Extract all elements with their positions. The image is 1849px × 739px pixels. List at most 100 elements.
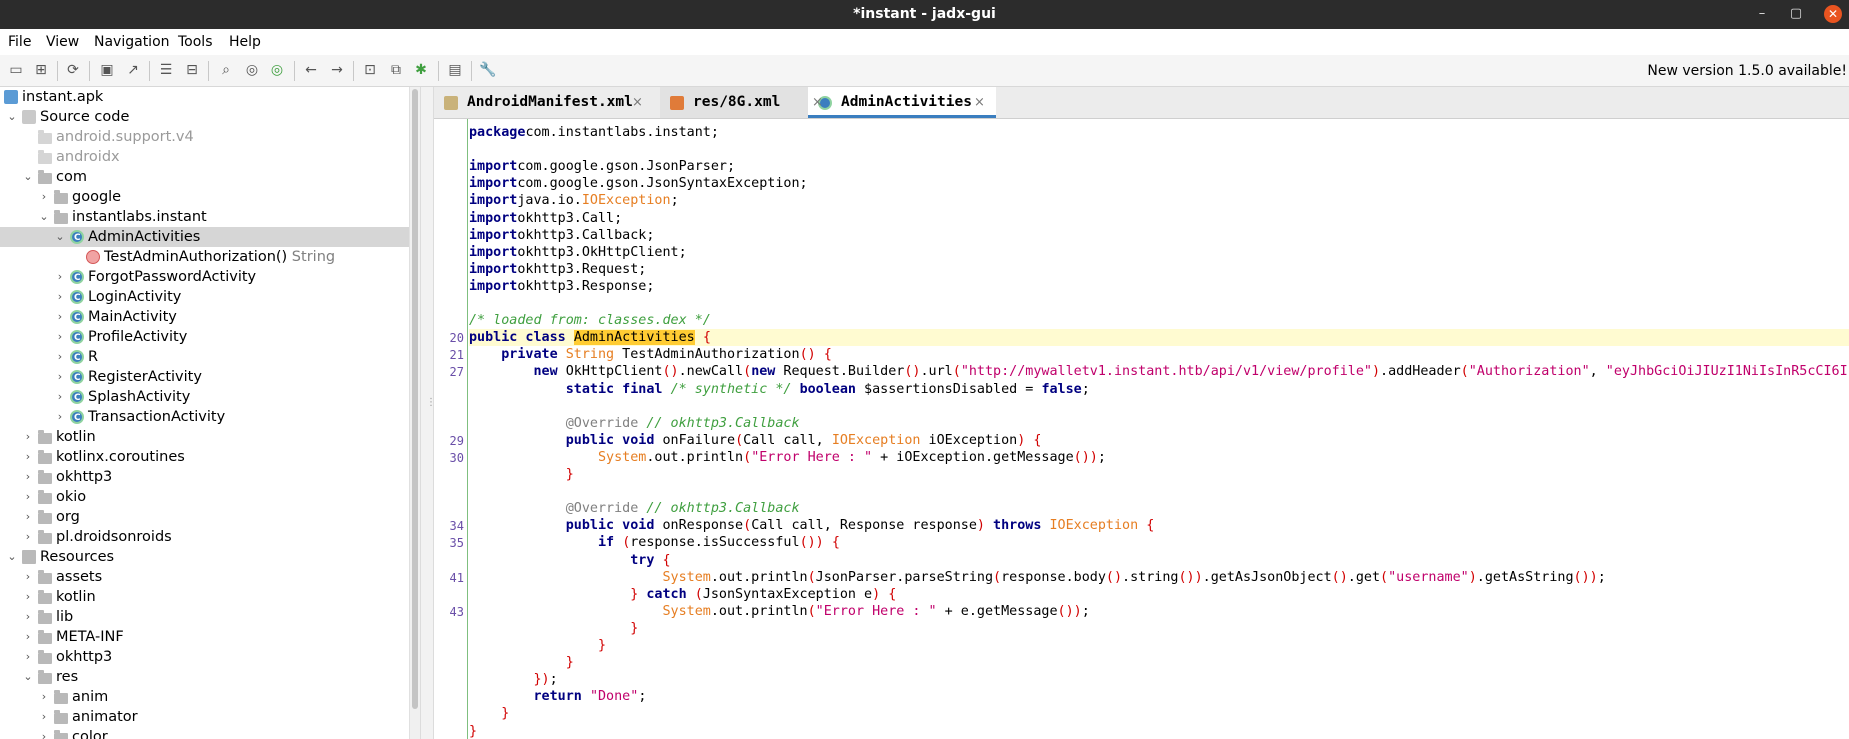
tree-item[interactable]: ⌄ AdminActivities <box>0 227 420 248</box>
tree-item[interactable]: › TransactionActivity <box>0 407 420 428</box>
preferences-icon[interactable]: 🔧 <box>479 61 497 79</box>
tree-item-label: TestAdminAuthorization() String <box>104 249 336 265</box>
panel-splitter[interactable]: ⋮ <box>420 87 436 739</box>
chevron-right-icon[interactable]: › <box>54 327 66 347</box>
tree-item[interactable]: androidx <box>0 147 420 167</box>
chevron-right-icon[interactable]: › <box>54 367 66 387</box>
tree-item[interactable]: › SplashActivity <box>0 387 420 408</box>
chevron-right-icon[interactable]: › <box>22 647 34 667</box>
project-tree[interactable]: instant.apk ⌄ Source code android.support.v… <box>0 87 420 739</box>
tree-item[interactable]: ⌄ res <box>0 667 420 687</box>
tree-item[interactable]: › ForgotPasswordActivity <box>0 267 420 288</box>
tree-item[interactable]: › anim <box>0 687 420 707</box>
debug-icon[interactable]: ✱ <box>412 61 430 79</box>
chevron-down-icon[interactable]: ⌄ <box>22 167 34 187</box>
chevron-down-icon[interactable]: ⌄ <box>22 667 34 687</box>
find-usage-icon[interactable]: ◎ <box>243 61 261 79</box>
tree-item[interactable]: ›R <box>0 347 420 368</box>
code-line: System.out.println(JsonParser.parseStrin… <box>662 569 1606 585</box>
tree-item[interactable]: › kotlinx.coroutines <box>0 447 420 467</box>
update-notice[interactable]: New version 1.5.0 available! <box>1647 63 1847 79</box>
chevron-down-icon[interactable]: ⌄ <box>6 547 18 567</box>
chevron-right-icon[interactable]: › <box>22 507 34 527</box>
tab-close-icon[interactable]: × <box>632 87 643 118</box>
tree-item[interactable]: ⌄ Resources <box>0 547 420 567</box>
chevron-right-icon[interactable]: › <box>38 727 50 739</box>
menu-help[interactable]: Help <box>229 34 261 50</box>
tab-close-icon[interactable]: × <box>974 87 985 118</box>
tree-item[interactable]: android.support.v4 <box>0 127 420 147</box>
tree-item[interactable]: TestAdminAuthorization() String <box>0 247 420 267</box>
close-icon[interactable]: ✕ <box>1824 5 1842 23</box>
chevron-right-icon[interactable]: › <box>54 407 66 427</box>
chevron-right-icon[interactable]: › <box>38 187 50 207</box>
tree-item[interactable]: › kotlin <box>0 427 420 447</box>
tab-adminactivities[interactable]: AdminActivities × <box>808 87 996 118</box>
tree-item[interactable]: › ProfileActivity <box>0 327 420 348</box>
tree-item[interactable]: ⌄ Source code <box>0 107 420 127</box>
chevron-right-icon[interactable]: › <box>54 307 66 327</box>
menu-file[interactable]: File <box>8 34 31 50</box>
chevron-right-icon[interactable]: › <box>22 567 34 587</box>
tree-item[interactable]: › okhttp3 <box>0 647 420 667</box>
sync-tree-icon[interactable]: ⊟ <box>183 61 201 79</box>
tree-item[interactable]: › color <box>0 727 420 739</box>
chevron-right-icon[interactable]: › <box>22 607 34 627</box>
chevron-right-icon[interactable]: › <box>22 627 34 647</box>
sync-icon[interactable]: ⟳ <box>64 61 82 79</box>
back-icon[interactable]: ← <box>302 61 320 79</box>
tree-item[interactable]: instant.apk <box>0 87 420 107</box>
menu-navigation[interactable]: Navigation <box>94 34 170 50</box>
log-icon[interactable]: ▤ <box>446 61 464 79</box>
tree-item[interactable]: › assets <box>0 567 420 587</box>
open-file-icon[interactable]: ▭ <box>7 61 25 79</box>
tree-item[interactable]: › okhttp3 <box>0 467 420 487</box>
chevron-down-icon[interactable]: ⌄ <box>54 227 66 247</box>
deobfuscate-icon[interactable]: ◎ <box>268 61 286 79</box>
chevron-down-icon[interactable]: ⌄ <box>6 107 18 127</box>
chevron-down-icon[interactable]: ⌄ <box>38 207 50 227</box>
tree-scrollbar[interactable] <box>409 87 420 739</box>
menu-tools[interactable]: Tools <box>178 34 213 50</box>
forward-icon[interactable]: → <box>328 61 346 79</box>
decompile-all-icon[interactable]: ⧉ <box>387 61 405 79</box>
chevron-right-icon[interactable]: › <box>54 387 66 407</box>
chevron-right-icon[interactable]: › <box>54 267 66 287</box>
quark-icon[interactable]: ⊡ <box>361 61 379 79</box>
code-editor[interactable]: packagecom.instantlabs.instant; importcom… <box>434 119 1849 739</box>
chevron-right-icon[interactable]: › <box>22 467 34 487</box>
tree-item[interactable]: › org <box>0 507 420 527</box>
tree-item[interactable]: › MainActivity <box>0 307 420 328</box>
search-icon[interactable]: ⌕ <box>217 61 235 79</box>
menu-view[interactable]: View <box>46 34 79 50</box>
chevron-right-icon[interactable]: › <box>38 707 50 727</box>
tree-scrollbar-thumb[interactable] <box>412 89 418 709</box>
chevron-right-icon[interactable]: › <box>54 287 66 307</box>
tab-androidmanifest[interactable]: AndroidManifest.xml × <box>434 87 652 118</box>
tree-item[interactable]: › RegisterActivity <box>0 367 420 388</box>
chevron-right-icon[interactable]: › <box>22 427 34 447</box>
tree-item[interactable]: › pl.droidsonroids <box>0 527 420 547</box>
tab-close-icon[interactable]: × <box>812 87 823 118</box>
tree-item[interactable]: › LoginActivity <box>0 287 420 308</box>
chevron-right-icon[interactable]: › <box>38 687 50 707</box>
add-file-icon[interactable]: ⊞ <box>32 61 50 79</box>
export-icon[interactable]: ↗ <box>124 61 142 79</box>
maximize-icon[interactable]: ▢ <box>1787 5 1805 23</box>
tree-item[interactable]: › google <box>0 187 420 207</box>
save-icon[interactable]: ▣ <box>98 61 116 79</box>
tree-item[interactable]: › animator <box>0 707 420 727</box>
chevron-right-icon[interactable]: › <box>22 587 34 607</box>
tree-item[interactable]: › kotlin <box>0 587 420 607</box>
flatten-packages-icon[interactable]: ☰ <box>157 61 175 79</box>
chevron-right-icon[interactable]: › <box>54 347 66 367</box>
tree-item[interactable]: › okio <box>0 487 420 507</box>
tree-item[interactable]: ⌄ com <box>0 167 420 187</box>
chevron-right-icon[interactable]: › <box>22 527 34 547</box>
minimize-icon[interactable]: – <box>1753 5 1771 23</box>
tree-item[interactable]: › META-INF <box>0 627 420 647</box>
chevron-right-icon[interactable]: › <box>22 487 34 507</box>
chevron-right-icon[interactable]: › <box>22 447 34 467</box>
tree-item[interactable]: › lib <box>0 607 420 627</box>
tree-item[interactable]: ⌄ instantlabs.instant <box>0 207 420 227</box>
